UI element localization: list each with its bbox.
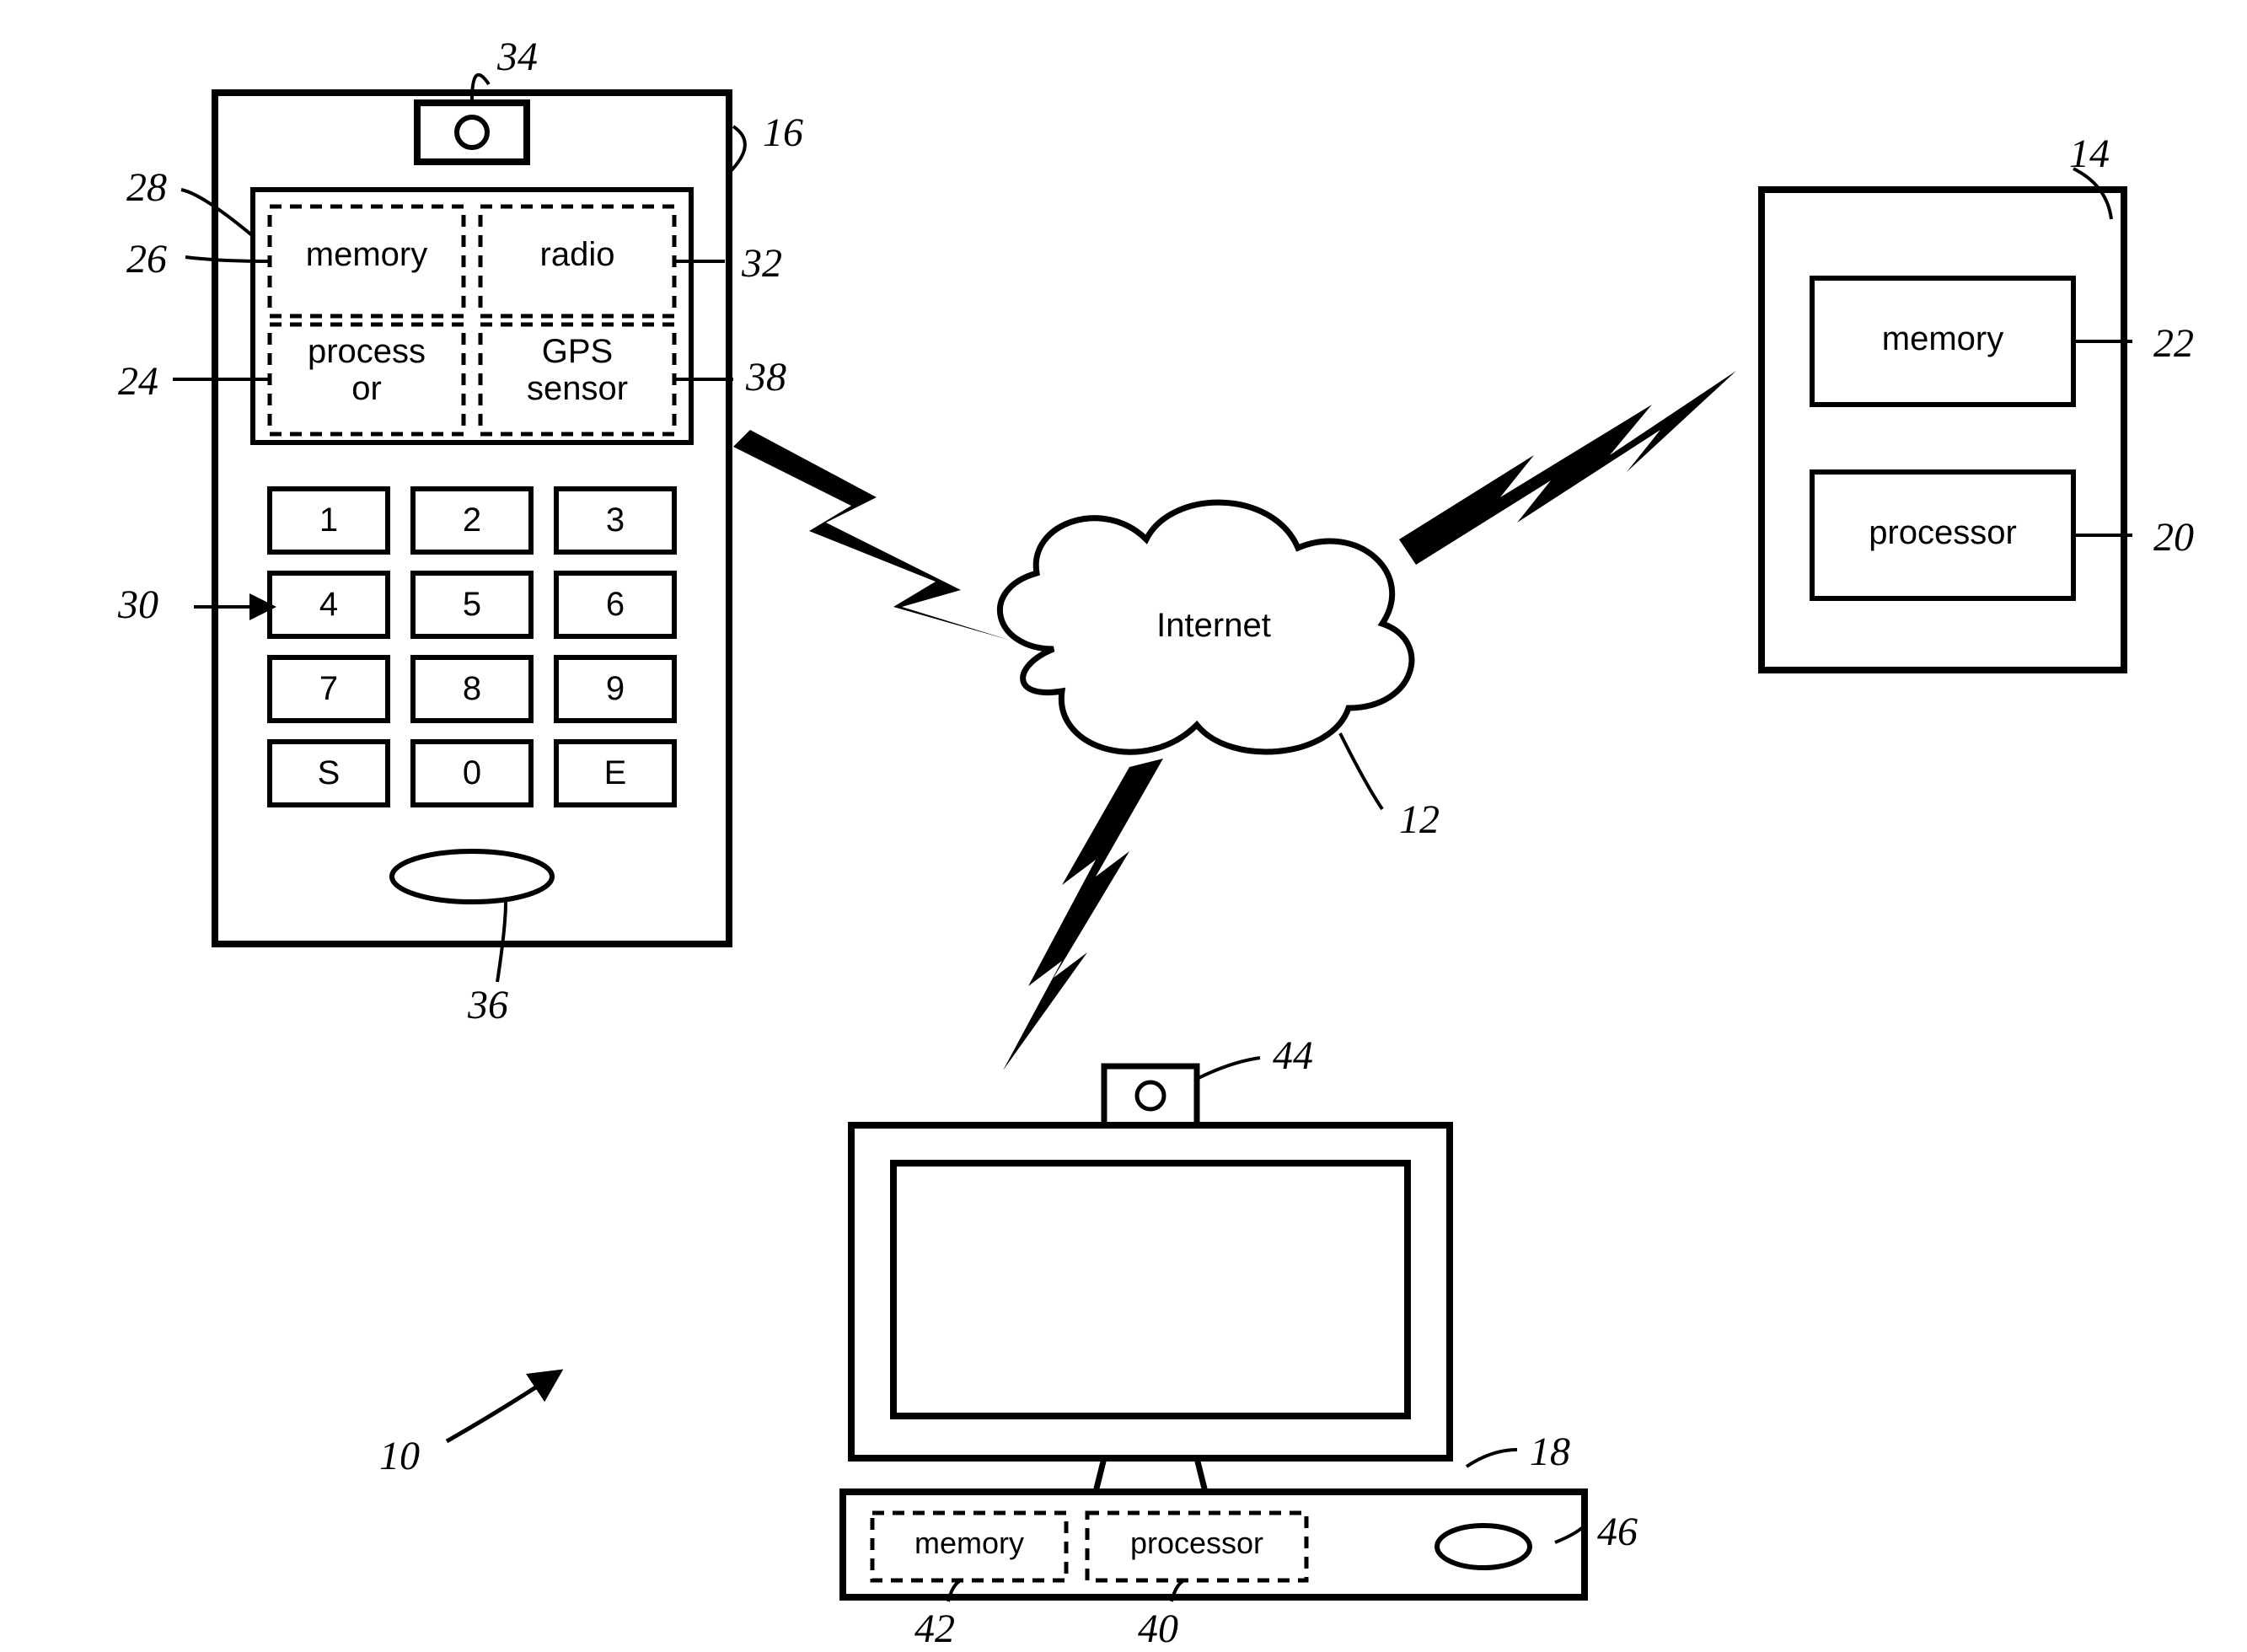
keypad-key[interactable]: 1 xyxy=(270,502,388,539)
ref-12: 12 xyxy=(1399,796,1440,843)
ref-42: 42 xyxy=(914,1606,955,1652)
keypad-key[interactable]: 9 xyxy=(556,670,674,708)
ref-22: 22 xyxy=(2153,320,2194,367)
ref-36: 36 xyxy=(468,982,508,1028)
keypad-key[interactable]: E xyxy=(556,754,674,792)
ref-10: 10 xyxy=(379,1433,420,1479)
keypad-key[interactable]: 5 xyxy=(413,586,531,624)
ref-28: 28 xyxy=(126,164,167,211)
ref-38: 38 xyxy=(746,354,786,400)
pc-memory-label: memory xyxy=(872,1526,1066,1561)
keypad-key[interactable]: 4 xyxy=(270,586,388,624)
keypad-key[interactable]: 2 xyxy=(413,502,531,539)
cloud-label: Internet xyxy=(1121,607,1306,645)
keypad-key[interactable]: 8 xyxy=(413,670,531,708)
ref-16: 16 xyxy=(763,110,803,156)
ref-14: 14 xyxy=(2069,131,2110,177)
phone-radio-label: radio xyxy=(480,236,674,274)
keypad-key[interactable]: 3 xyxy=(556,502,674,539)
keypad-key[interactable]: 6 xyxy=(556,586,674,624)
ref-20: 20 xyxy=(2153,514,2194,560)
ref-26: 26 xyxy=(126,236,167,282)
phone-processor-label: processor xyxy=(270,333,464,407)
keypad-key[interactable]: 0 xyxy=(413,754,531,792)
pc-processor-label: processor xyxy=(1087,1526,1306,1561)
ref-34: 34 xyxy=(497,34,538,80)
ref-18: 18 xyxy=(1530,1429,1570,1475)
ref-30: 30 xyxy=(118,582,158,628)
ref-46: 46 xyxy=(1597,1509,1638,1555)
keypad-key[interactable]: 7 xyxy=(270,670,388,708)
ref-24: 24 xyxy=(118,358,158,405)
ref-32: 32 xyxy=(742,240,782,287)
server-memory-label: memory xyxy=(1812,320,2073,358)
phone-memory-label: memory xyxy=(270,236,464,274)
ref-40: 40 xyxy=(1138,1606,1178,1652)
phone-gps-label: GPSsensor xyxy=(480,333,674,407)
keypad-key[interactable]: S xyxy=(270,754,388,792)
server-processor-label: processor xyxy=(1812,514,2073,552)
ref-44: 44 xyxy=(1273,1032,1313,1079)
